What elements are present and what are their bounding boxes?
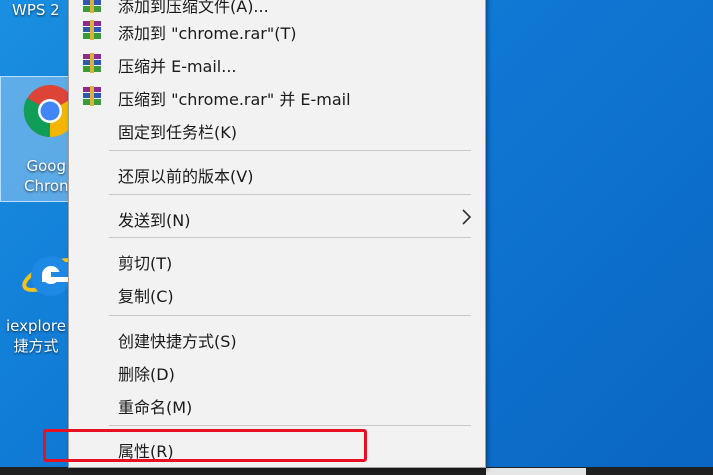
wps-desktop-label[interactable]: WPS 2 [12, 0, 60, 20]
menu-item-copy[interactable]: 复制(C) [69, 277, 485, 309]
menu-separator [109, 425, 471, 426]
menu-item-label: 属性(R) [118, 442, 174, 461]
menu-item-label: 压缩并 E-mail... [118, 57, 237, 76]
menu-separator [109, 237, 471, 238]
menu-item-label: 重命名(M) [118, 398, 193, 417]
menu-item-cut[interactable]: 剪切(T) [69, 244, 485, 276]
menu-item-label: 还原以前的版本(V) [118, 167, 254, 186]
menu-item-label: 发送到(N) [118, 211, 191, 230]
winrar-icon [83, 53, 101, 73]
chrome-desktop-label[interactable]: Goog Chron [24, 156, 69, 196]
menu-separator [109, 150, 471, 151]
menu-item-add-to-chrome-rar[interactable]: 添加到 "chrome.rar"(T) [69, 14, 485, 46]
taskbar [0, 467, 713, 475]
menu-item-create-shortcut[interactable]: 创建快捷方式(S) [69, 322, 485, 354]
menu-item-rename[interactable]: 重命名(M) [69, 388, 485, 420]
menu-item-properties[interactable]: 属性(R) [69, 432, 485, 464]
ie-label-line1: iexplore [6, 317, 66, 335]
menu-separator [109, 315, 471, 316]
menu-item-compress-email[interactable]: 压缩并 E-mail... [69, 47, 485, 79]
menu-item-label: 添加到 "chrome.rar"(T) [118, 24, 297, 43]
ie-desktop-label[interactable]: iexplore 捷方式 [6, 316, 66, 356]
menu-item-delete[interactable]: 删除(D) [69, 355, 485, 387]
menu-item-label: 剪切(T) [118, 254, 173, 273]
chrome-label-line1: Goog [26, 157, 67, 175]
menu-item-label: 复制(C) [118, 287, 174, 306]
menu-item-label: 固定到任务栏(K) [118, 123, 237, 142]
menu-item-compress-to-chrome-rar-email[interactable]: 压缩到 "chrome.rar" 并 E-mail [69, 80, 485, 112]
chrome-label-line2: Chron [24, 177, 69, 195]
menu-item-label: 创建快捷方式(S) [118, 332, 237, 351]
menu-separator [109, 194, 471, 195]
desktop-strip [486, 468, 586, 475]
winrar-icon [83, 20, 101, 40]
menu-item-label: 删除(D) [118, 365, 175, 384]
menu-item-label: 压缩到 "chrome.rar" 并 E-mail [118, 90, 351, 109]
menu-item-pin-to-taskbar[interactable]: 固定到任务栏(K) [69, 113, 485, 145]
winrar-icon [83, 0, 101, 13]
menu-item-send-to[interactable]: 发送到(N) [69, 201, 485, 233]
winrar-icon [83, 86, 101, 106]
menu-item-restore-previous-versions[interactable]: 还原以前的版本(V) [69, 157, 485, 189]
context-menu: 添加到压缩文件(A)... 添加到 "chrome.rar"(T) 压缩并 E-… [68, 0, 486, 468]
ie-label-line2: 捷方式 [13, 337, 59, 355]
chevron-right-icon [462, 209, 472, 225]
